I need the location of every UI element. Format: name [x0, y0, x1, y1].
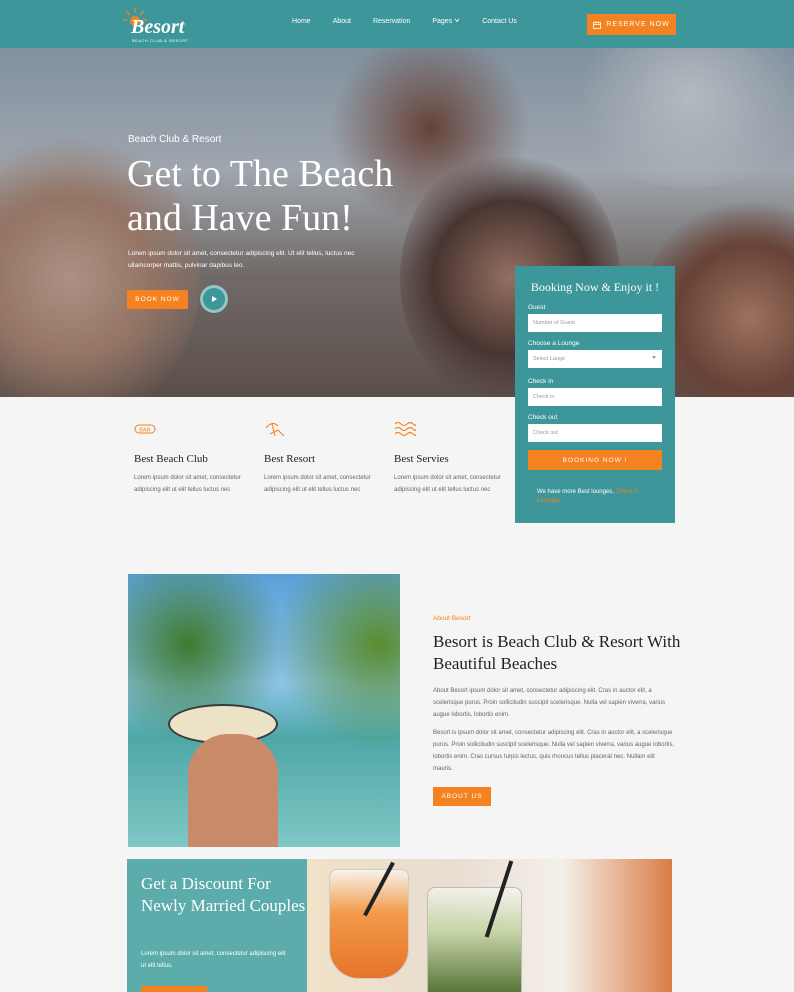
nav-reservation[interactable]: Reservation	[373, 18, 410, 25]
svg-text:BAR: BAR	[139, 428, 150, 434]
feature-title: Best Resort	[264, 453, 316, 465]
chevron-down-icon	[652, 356, 656, 359]
hero-title-line-2: and Have Fun!	[127, 197, 353, 239]
waves-icon	[394, 421, 417, 437]
mojito-drink	[427, 887, 522, 992]
feature-resort: Best Resort Lorem ipsum dolor sit amet, …	[264, 420, 374, 496]
play-icon	[212, 296, 217, 302]
booking-note-text: We have more Best lounges,	[537, 489, 614, 495]
hero-subtitle: Beach Club & Resort	[128, 134, 222, 145]
about-kicker: About Besort	[433, 615, 471, 622]
cocktails-image	[307, 859, 672, 992]
feature-title: Best Servies	[394, 453, 449, 465]
nav-home[interactable]: Home	[292, 18, 311, 25]
about-us-button[interactable]: ABOUT US	[433, 787, 491, 806]
booking-now-button[interactable]: BOOKING NOW !	[528, 450, 662, 470]
nav-contact[interactable]: Contact Us	[482, 18, 517, 25]
guest-label: Guest	[528, 304, 546, 311]
orange-drink	[329, 869, 409, 979]
lounge-label: Choose a Lounge	[528, 340, 580, 347]
bar-icon: BAR	[134, 424, 156, 434]
nav-pages[interactable]: Pages	[432, 18, 460, 25]
about-paragraph-2: Besort is ipsum dolor sit amet, consecte…	[433, 730, 675, 772]
discount-button[interactable]	[141, 986, 207, 992]
checkout-label: Check out	[528, 414, 558, 421]
lounge-select[interactable]: Select Lauge	[528, 350, 662, 368]
reserve-now-label: RESERVE NOW	[606, 21, 670, 28]
about-title: Besort is Beach Club & Resort With Beaut…	[433, 632, 681, 673]
discount-panel: Get a Discount For Newly Married Couples…	[127, 859, 307, 992]
hero-description: Lorem ipsum dolor sit amet, consectetur …	[128, 250, 355, 269]
hero-title-line-1: Get to The Beach	[127, 153, 394, 195]
booking-note: We have more Best lounges, Check it Loun…	[537, 488, 657, 506]
brand-name: Besort	[131, 16, 185, 38]
reserve-now-button[interactable]: RESERVE NOW	[587, 14, 676, 35]
feature-services: Best Servies Lorem ipsum dolor sit amet,…	[394, 420, 504, 496]
play-video-button[interactable]	[200, 285, 228, 313]
hero-title: Get to The Beach and Have Fun!	[127, 152, 457, 240]
booking-form: Booking Now & Enjoy it ! Guest Number of…	[515, 266, 675, 523]
chevron-down-icon	[454, 18, 460, 23]
discount-description: Lorem ipsum dolor sit amet, consectetur …	[141, 951, 286, 969]
palm-leaf	[278, 574, 400, 754]
checkin-input[interactable]: Check in	[528, 388, 662, 406]
site-logo[interactable]: Besort BEACH CLUB & RESORT	[122, 7, 192, 45]
discount-title: Get a Discount For Newly Married Couples	[141, 874, 306, 915]
feature-text: Lorem ipsum dolor sit amet, consectetur …	[134, 475, 241, 493]
booking-title: Booking Now & Enjoy it !	[530, 280, 660, 294]
checkin-label: Check in	[528, 378, 554, 385]
nav-about[interactable]: About	[333, 18, 351, 25]
main-nav: Home About Reservation Pages Contact Us	[292, 18, 539, 25]
about-paragraph-1: About Besort ipsum dolor sit amet, conse…	[433, 688, 666, 718]
book-now-button[interactable]: BOOK NOW	[127, 290, 188, 309]
guest-input[interactable]: Number of Guest	[528, 314, 662, 332]
beach-chair-icon	[265, 422, 285, 437]
feature-text: Lorem ipsum dolor sit amet, consectetur …	[394, 475, 501, 493]
feature-beach-club: BAR Best Beach Club Lorem ipsum dolor si…	[134, 420, 244, 496]
about-image	[128, 574, 400, 847]
site-header: Besort BEACH CLUB & RESORT Home About Re…	[0, 0, 794, 48]
checkout-input[interactable]: Check out	[528, 424, 662, 442]
brand-tagline: BEACH CLUB & RESORT	[132, 38, 189, 43]
woman-figure	[188, 734, 278, 847]
nav-pages-label: Pages	[432, 18, 453, 25]
calendar-icon	[593, 20, 602, 29]
discount-section: Get a Discount For Newly Married Couples…	[127, 859, 672, 992]
feature-text: Lorem ipsum dolor sit amet, consectetur …	[264, 475, 371, 493]
feature-title: Best Beach Club	[134, 453, 208, 465]
lounge-select-value: Select Lauge	[533, 356, 566, 362]
